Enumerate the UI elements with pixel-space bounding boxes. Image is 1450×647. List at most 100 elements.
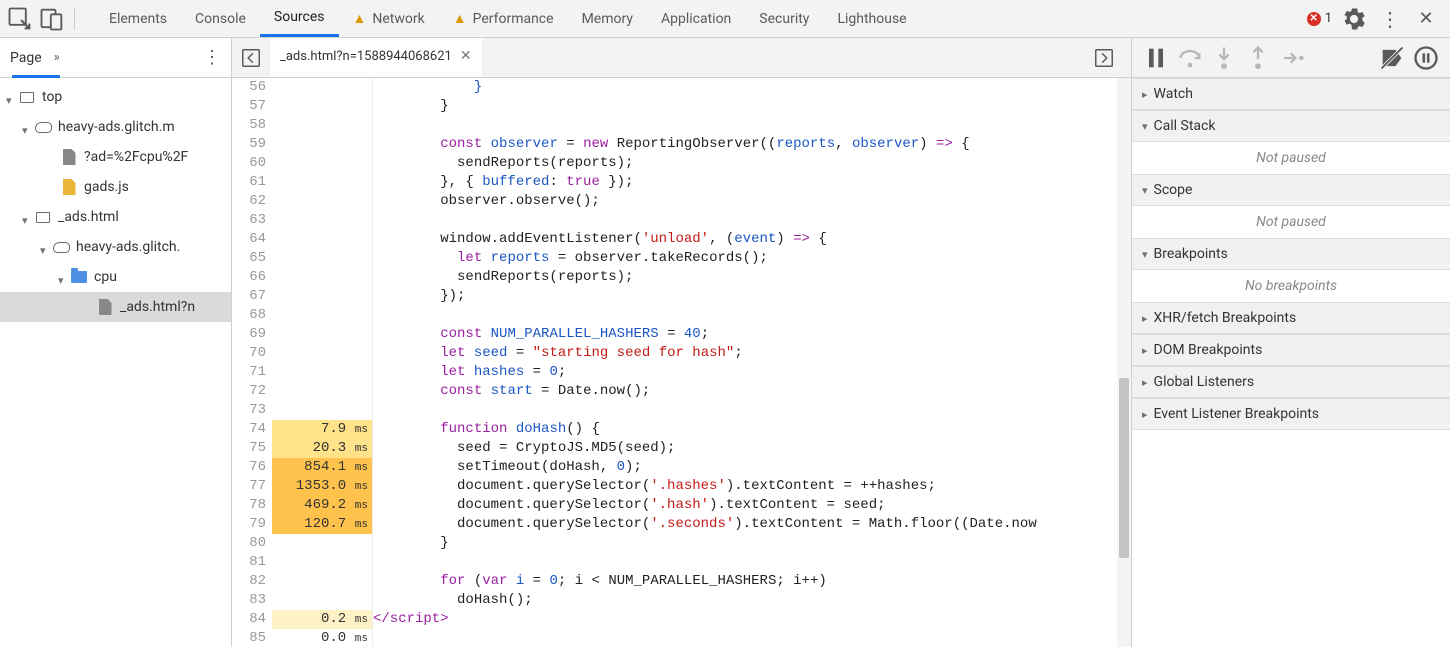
code-line[interactable]: let reports = observer.takeRecords(); [373,249,1131,268]
code-line[interactable]: } [373,534,1131,553]
line-number[interactable]: 71 [232,363,272,382]
tree-folder-cpu[interactable]: cpu [0,262,231,292]
line-number[interactable]: 82 [232,572,272,591]
code-line[interactable] [373,553,1131,572]
line-number[interactable]: 65 [232,249,272,268]
line-number[interactable]: 67 [232,287,272,306]
code-line[interactable]: const NUM_PARALLEL_HASHERS = 40; [373,325,1131,344]
code-line[interactable]: document.querySelector('.hash').textCont… [373,496,1131,515]
device-toggle-icon[interactable] [38,5,66,33]
code-line[interactable]: } [373,97,1131,116]
section-scope[interactable]: ▾Scope [1132,174,1450,206]
code-line[interactable]: const observer = new ReportingObserver((… [373,135,1131,154]
line-number[interactable]: 73 [232,401,272,420]
tab-console[interactable]: Console [181,0,260,37]
tree-domain-2[interactable]: heavy-ads.glitch. [0,232,231,262]
section-event[interactable]: ▸Event Listener Breakpoints [1132,398,1450,430]
line-number[interactable]: 77 [232,477,272,496]
tab-network[interactable]: ▲Network [339,0,439,37]
scrollbar[interactable] [1117,78,1131,647]
nav-forward-icon[interactable] [1093,47,1115,69]
line-number[interactable]: 81 [232,553,272,572]
line-number[interactable]: 78 [232,496,272,515]
tree-frame[interactable]: _ads.html [0,202,231,232]
more-tabs-icon[interactable]: » [54,50,60,65]
code-line[interactable]: } [373,78,1131,97]
tree-top[interactable]: top [0,82,231,112]
deactivate-breakpoints-icon[interactable] [1376,44,1408,72]
tree-file-2[interactable]: gads.js [0,172,231,202]
code-line[interactable]: observer.observe(); [373,192,1131,211]
code-line[interactable] [373,306,1131,325]
pause-icon[interactable] [1140,44,1172,72]
line-number[interactable]: 59 [232,135,272,154]
tab-application[interactable]: Application [647,0,745,37]
code-line[interactable]: document.querySelector('.hashes').textCo… [373,477,1131,496]
inspect-element-icon[interactable] [6,5,34,33]
settings-icon[interactable] [1340,5,1368,33]
section-callstack[interactable]: ▾Call Stack [1132,110,1450,142]
tab-performance[interactable]: ▲Performance [439,0,568,37]
pause-on-exceptions-icon[interactable] [1410,44,1442,72]
code-line[interactable] [373,211,1131,230]
code-line[interactable]: for (var i = 0; i < NUM_PARALLEL_HASHERS… [373,572,1131,591]
code-line[interactable]: document.querySelector('.seconds').textC… [373,515,1131,534]
file-tab-active[interactable]: _ads.html?n=1588944068621 ✕ [270,38,482,77]
line-number[interactable]: 83 [232,591,272,610]
code-line[interactable] [373,629,1131,647]
section-global[interactable]: ▸Global Listeners [1132,366,1450,398]
code-line[interactable] [373,401,1131,420]
section-dom[interactable]: ▸DOM Breakpoints [1132,334,1450,366]
tree-file-1[interactable]: ?ad=%2Fcpu%2F [0,142,231,172]
section-watch[interactable]: ▸Watch [1132,78,1450,110]
line-number[interactable]: 63 [232,211,272,230]
line-number[interactable]: 72 [232,382,272,401]
line-number[interactable]: 64 [232,230,272,249]
tab-sources[interactable]: Sources [260,0,339,37]
code-area[interactable]: } } const observer = new ReportingObserv… [373,78,1131,647]
tab-lighthouse[interactable]: Lighthouse [823,0,920,37]
code-line[interactable] [373,116,1131,135]
code-line[interactable]: setTimeout(doHash, 0); [373,458,1131,477]
nav-back-icon[interactable] [240,47,262,69]
code-line[interactable]: }); [373,287,1131,306]
line-number[interactable]: 58 [232,116,272,135]
line-number[interactable]: 68 [232,306,272,325]
section-breakpoints[interactable]: ▾Breakpoints [1132,238,1450,270]
section-xhr[interactable]: ▸XHR/fetch Breakpoints [1132,302,1450,334]
close-icon[interactable]: ✕ [1412,5,1440,33]
line-number[interactable]: 85 [232,629,272,647]
line-number[interactable]: 62 [232,192,272,211]
line-number[interactable]: 79 [232,515,272,534]
code-line[interactable]: sendReports(reports); [373,268,1131,287]
line-number[interactable]: 56 [232,78,272,97]
navigator-more-icon[interactable]: ⋮ [203,47,221,68]
line-number[interactable]: 60 [232,154,272,173]
page-tab[interactable]: Page [10,50,42,66]
code-line[interactable]: function doHash() { [373,420,1131,439]
code-line[interactable]: }, { buffered: true }); [373,173,1131,192]
code-line[interactable]: const start = Date.now(); [373,382,1131,401]
scrollbar-thumb[interactable] [1119,378,1129,558]
line-number[interactable]: 80 [232,534,272,553]
tree-file-3[interactable]: _ads.html?n [0,292,231,322]
tab-elements[interactable]: Elements [95,0,181,37]
close-tab-icon[interactable]: ✕ [460,48,472,64]
line-number[interactable]: 66 [232,268,272,287]
tree-domain-1[interactable]: heavy-ads.glitch.m [0,112,231,142]
line-number[interactable]: 75 [232,439,272,458]
tab-memory[interactable]: Memory [568,0,647,37]
code-line[interactable]: </script> [373,610,1131,629]
line-number[interactable]: 74 [232,420,272,439]
code-line[interactable]: let seed = "starting seed for hash"; [373,344,1131,363]
line-number[interactable]: 69 [232,325,272,344]
line-number[interactable]: 61 [232,173,272,192]
tab-security[interactable]: Security [745,0,823,37]
line-number[interactable]: 70 [232,344,272,363]
code-line[interactable]: let hashes = 0; [373,363,1131,382]
line-number[interactable]: 76 [232,458,272,477]
code-line[interactable]: doHash(); [373,591,1131,610]
code-line[interactable]: seed = CryptoJS.MD5(seed); [373,439,1131,458]
code-editor[interactable]: 565758596061626364656667686970717273747.… [232,78,1131,647]
more-icon[interactable]: ⋮ [1376,5,1404,33]
